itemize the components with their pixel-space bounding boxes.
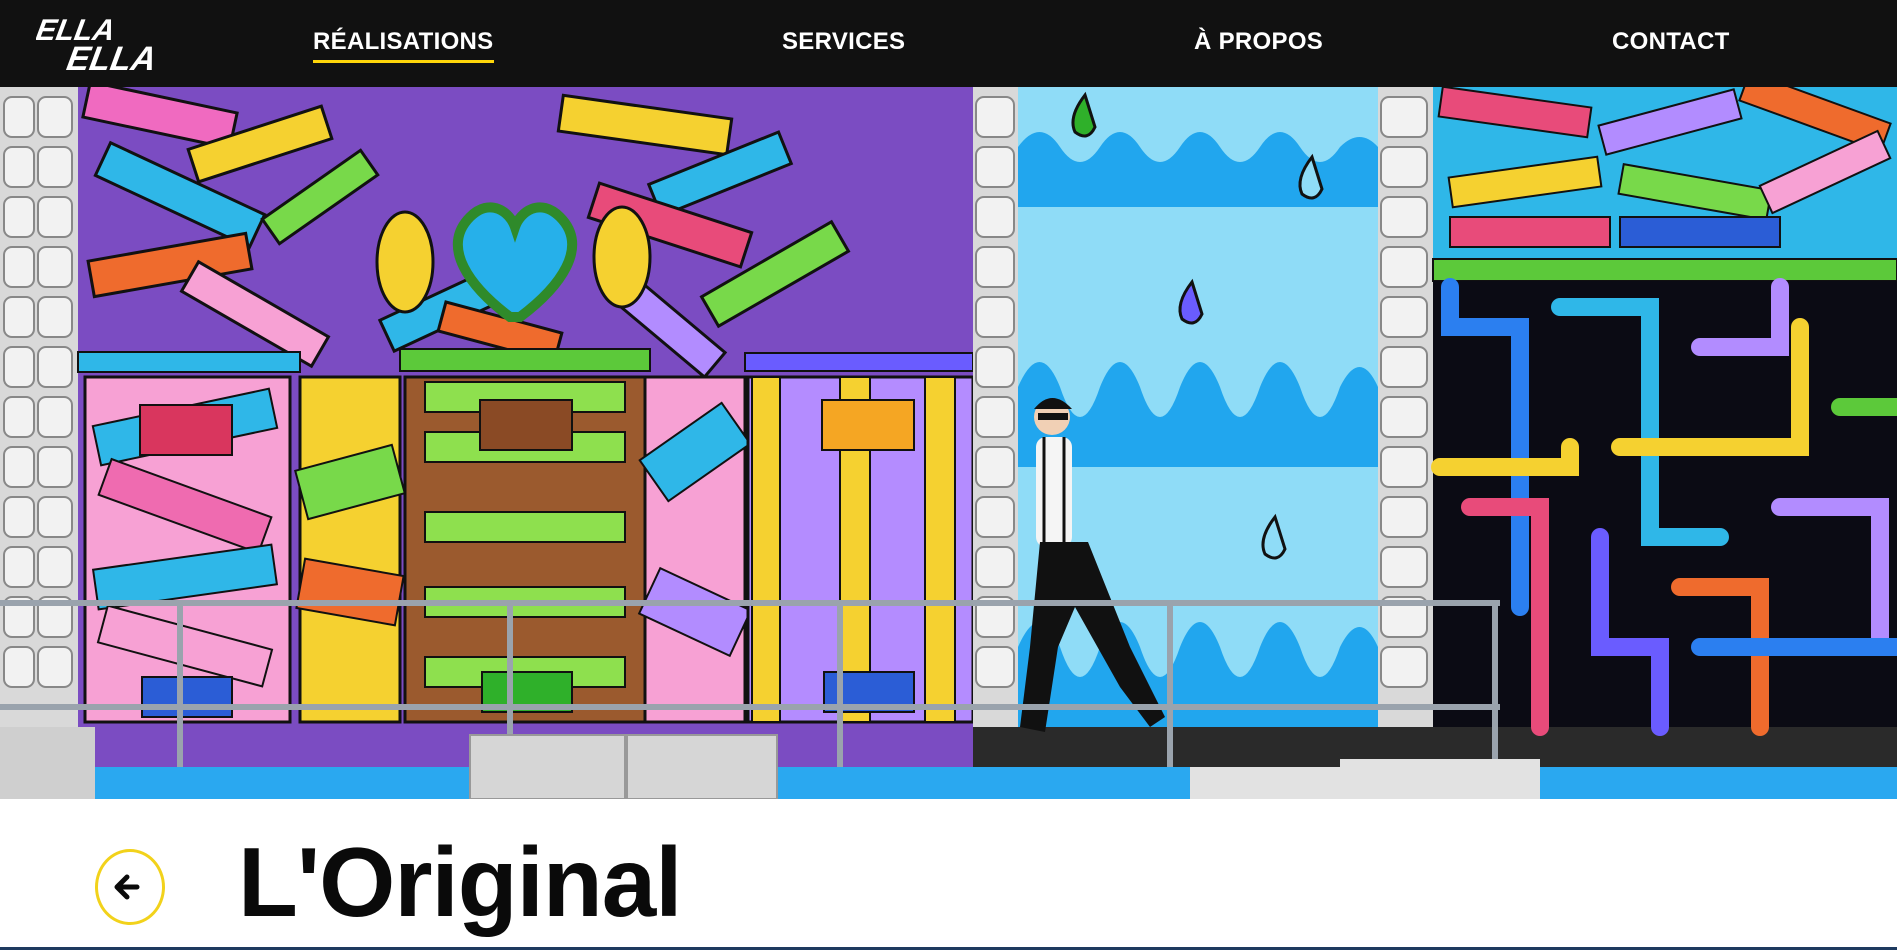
page-header: L'Original bbox=[0, 799, 1897, 950]
nav-item-services[interactable]: SERVICES bbox=[782, 28, 905, 56]
nav-item-contact[interactable]: CONTACT bbox=[1612, 28, 1730, 56]
nav-item-realisations[interactable]: RÉALISATIONS bbox=[313, 28, 494, 63]
hero-image bbox=[0, 87, 1897, 799]
logo-icon: ELLA ELLA bbox=[33, 14, 159, 78]
page-title: L'Original bbox=[238, 827, 682, 937]
top-navigation: ELLA ELLA RÉALISATIONS SERVICES À PROPOS… bbox=[0, 0, 1897, 87]
brand-logo[interactable]: ELLA ELLA bbox=[33, 10, 160, 78]
nav-item-a-propos[interactable]: À PROPOS bbox=[1194, 28, 1323, 56]
back-button[interactable] bbox=[95, 849, 165, 925]
mural-photo bbox=[0, 87, 1897, 799]
arrow-left-icon bbox=[114, 874, 140, 900]
logo-line-2: ELLA bbox=[64, 40, 159, 76]
